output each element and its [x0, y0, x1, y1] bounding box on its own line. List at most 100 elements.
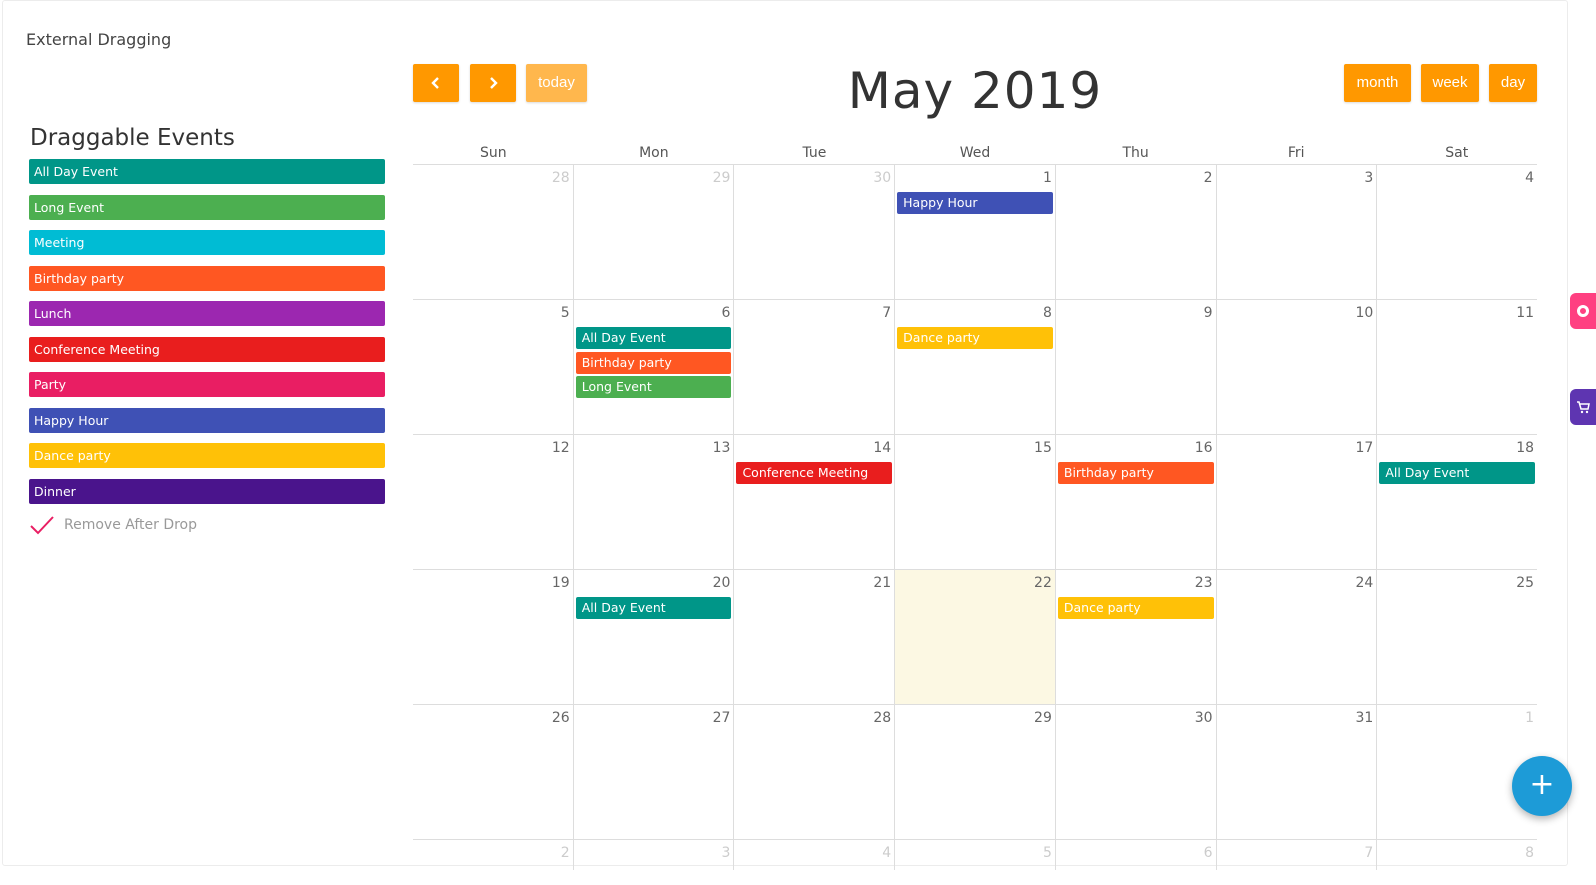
day-number[interactable]: 31 [1355, 710, 1373, 726]
day-cell[interactable]: 6 [1054, 840, 1216, 870]
external-event[interactable]: Lunch [29, 301, 385, 326]
day-number[interactable]: 24 [1355, 575, 1373, 591]
settings-tab[interactable] [1570, 293, 1596, 329]
day-number[interactable]: 16 [1195, 440, 1213, 456]
day-cell[interactable]: 8 [1376, 840, 1537, 870]
day-number[interactable]: 6 [722, 305, 731, 321]
external-event[interactable]: Dance party [29, 443, 385, 468]
calendar-event[interactable]: Dance party [1057, 597, 1214, 619]
calendar-event[interactable]: Conference Meeting [736, 462, 893, 484]
day-cell[interactable]: 5 [413, 300, 573, 434]
day-cell[interactable]: 12 [413, 435, 573, 569]
day-number[interactable]: 2 [561, 845, 570, 861]
day-number[interactable]: 25 [1516, 575, 1534, 591]
day-cell[interactable]: 1 [1376, 705, 1537, 839]
day-number[interactable]: 14 [873, 440, 891, 456]
calendar-event[interactable]: Dance party [897, 327, 1053, 349]
calendar-event[interactable]: Long Event [575, 376, 732, 398]
external-event[interactable]: Happy Hour [29, 407, 385, 433]
day-number[interactable]: 3 [1364, 170, 1373, 186]
day-cell[interactable]: 17 [1215, 435, 1377, 569]
external-event[interactable]: Conference Meeting [29, 336, 385, 362]
day-number[interactable]: 7 [1364, 845, 1373, 861]
day-number[interactable]: 9 [1204, 305, 1213, 321]
day-cell[interactable]: 30 [733, 165, 894, 299]
day-cell[interactable]: 11 [1376, 300, 1537, 434]
check-icon[interactable] [29, 514, 55, 536]
day-number[interactable]: 22 [1034, 575, 1052, 591]
calendar-event[interactable]: Birthday party [1057, 462, 1214, 484]
calendar-event[interactable]: Happy Hour [897, 192, 1053, 214]
day-number[interactable]: 18 [1516, 440, 1534, 456]
day-cell[interactable]: 4 [1376, 165, 1537, 299]
day-cell[interactable]: 15 [894, 435, 1055, 569]
day-cell[interactable]: 24 [1215, 570, 1377, 704]
day-cell[interactable]: 28 [733, 705, 894, 839]
day-number[interactable]: 17 [1355, 440, 1373, 456]
day-number[interactable]: 4 [882, 845, 891, 861]
day-cell[interactable]: 5 [894, 840, 1055, 870]
day-cell[interactable]: 9 [1054, 300, 1216, 434]
day-number[interactable]: 28 [552, 170, 570, 186]
day-number[interactable]: 13 [713, 440, 731, 456]
day-number[interactable]: 21 [873, 575, 891, 591]
day-number[interactable]: 5 [1043, 845, 1052, 861]
external-event[interactable]: Party [29, 372, 385, 397]
day-number[interactable]: 10 [1355, 305, 1373, 321]
day-cell[interactable]: 19 [413, 570, 573, 704]
cart-tab[interactable] [1570, 389, 1596, 425]
day-number[interactable]: 29 [713, 170, 731, 186]
day-number[interactable]: 8 [1043, 305, 1052, 321]
external-event[interactable]: Meeting [29, 230, 385, 255]
day-cell[interactable]: 2 [413, 840, 573, 870]
calendar-event[interactable]: Birthday party [575, 351, 732, 374]
day-cell[interactable]: 20 All Day Event [572, 570, 734, 704]
day-cell[interactable]: 7 [733, 300, 894, 434]
day-cell[interactable]: 16 Birthday party [1054, 435, 1216, 569]
day-cell[interactable]: 1 Happy Hour [894, 165, 1055, 299]
day-number[interactable]: 28 [873, 710, 891, 726]
day-cell[interactable]: 8 Dance party [894, 300, 1055, 434]
day-cell[interactable]: 13 [572, 435, 734, 569]
day-number[interactable]: 15 [1034, 440, 1052, 456]
day-number[interactable]: 11 [1516, 305, 1534, 321]
day-cell[interactable]: 3 [572, 840, 734, 870]
day-number[interactable]: 29 [1034, 710, 1052, 726]
view-day-button[interactable]: day [1489, 64, 1537, 102]
day-cell[interactable]: 10 [1215, 300, 1377, 434]
day-number[interactable]: 30 [1195, 710, 1213, 726]
day-number[interactable]: 2 [1204, 170, 1213, 186]
day-cell[interactable]: 26 [413, 705, 573, 839]
day-cell[interactable]: 14 Conference Meeting [733, 435, 894, 569]
day-cell[interactable]: 25 [1376, 570, 1537, 704]
calendar-event[interactable]: All Day Event [1379, 462, 1536, 484]
day-number[interactable]: 4 [1525, 170, 1534, 186]
calendar-event[interactable]: All Day Event [575, 327, 732, 349]
external-event[interactable]: Birthday party [29, 265, 385, 291]
day-cell[interactable]: 21 [733, 570, 894, 704]
day-number[interactable]: 5 [561, 305, 570, 321]
view-month-button[interactable]: month [1344, 64, 1411, 102]
external-event[interactable]: Long Event [29, 194, 385, 220]
day-number[interactable]: 1 [1043, 170, 1052, 186]
day-number[interactable]: 3 [722, 845, 731, 861]
calendar-event[interactable]: All Day Event [575, 597, 732, 619]
day-number[interactable]: 6 [1204, 845, 1213, 861]
day-cell[interactable]: 3 [1215, 165, 1377, 299]
view-week-button[interactable]: week [1421, 64, 1479, 102]
day-cell[interactable]: 4 [733, 840, 894, 870]
day-cell[interactable]: 6 All Day Event Birthday party Long Event [572, 300, 734, 434]
day-cell[interactable]: 31 [1215, 705, 1377, 839]
day-cell-today[interactable]: 22 [894, 570, 1055, 704]
day-cell[interactable]: 18 All Day Event [1376, 435, 1537, 569]
day-cell[interactable]: 29 [894, 705, 1055, 839]
day-number[interactable]: 19 [552, 575, 570, 591]
day-cell[interactable]: 7 [1215, 840, 1377, 870]
day-number[interactable]: 30 [873, 170, 891, 186]
day-cell[interactable]: 30 [1054, 705, 1216, 839]
day-number[interactable]: 8 [1525, 845, 1534, 861]
day-number[interactable]: 26 [552, 710, 570, 726]
day-cell[interactable]: 28 [413, 165, 573, 299]
day-cell[interactable]: 27 [572, 705, 734, 839]
day-number[interactable]: 23 [1195, 575, 1213, 591]
